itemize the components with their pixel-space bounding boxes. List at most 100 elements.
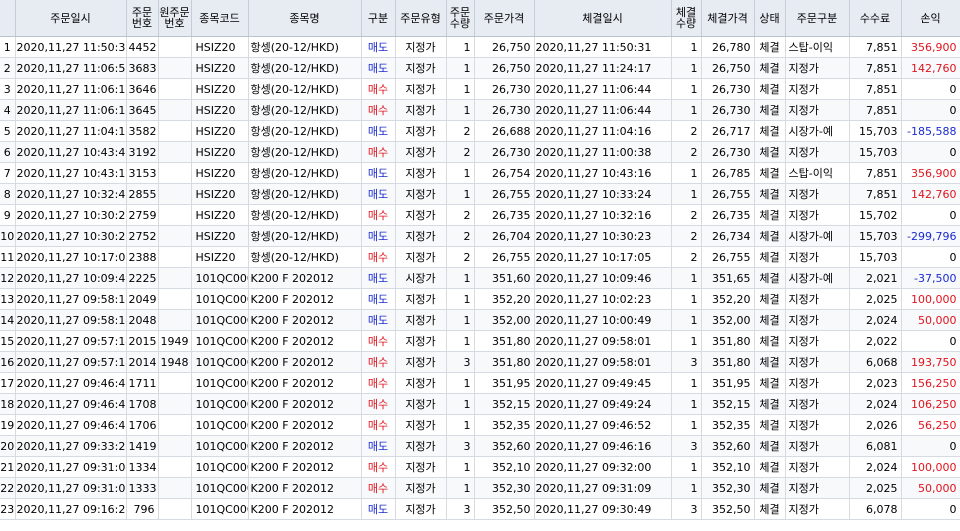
order-price-cell: 26,750 bbox=[474, 36, 535, 58]
order-type-cell: 지정가 bbox=[395, 309, 447, 331]
fill-time-cell: 2020,11,27 09:58:01 bbox=[534, 330, 672, 352]
pnl-cell: 50,000 bbox=[901, 309, 960, 331]
table-row[interactable]: 9 2020,11,27 10:30:29 2759 HSIZ20 항셍(20-12/H… bbox=[0, 204, 960, 226]
order-qty-cell: 1 bbox=[446, 393, 475, 415]
orig-order-no-cell bbox=[158, 99, 192, 121]
header-fill-time[interactable]: 체결일시 bbox=[534, 0, 672, 37]
order-time-cell: 2020,11,27 09:46:40 bbox=[15, 414, 127, 436]
order-class-cell: 지정가 bbox=[785, 288, 850, 310]
header-order-no[interactable]: 주문 번호 bbox=[126, 0, 159, 37]
header-symbol-name[interactable]: 종목명 bbox=[248, 0, 362, 37]
table-row[interactable]: 1 2020,11,27 11:50:31 4452 HSIZ20 항셍(20-12/H… bbox=[0, 36, 960, 58]
pnl-cell: 0 bbox=[901, 78, 960, 100]
fill-time-cell: 2020,11,27 10:09:46 bbox=[534, 267, 672, 289]
order-class-cell: 지정가 bbox=[785, 330, 850, 352]
header-status[interactable]: 상태 bbox=[754, 0, 786, 37]
table-row[interactable]: 132020,11,27 09:58:142049 101QC000K200 F … bbox=[0, 288, 960, 310]
header-orig-order-no[interactable]: 원주문 번호 bbox=[158, 0, 192, 37]
header-fee[interactable]: 수수료 bbox=[849, 0, 902, 37]
order-time-cell: 2020,11,27 09:58:14 bbox=[15, 309, 127, 331]
table-row[interactable]: 182020,11,27 09:46:411708 101QC000K200 F … bbox=[0, 393, 960, 415]
status-cell: 체결 bbox=[754, 225, 786, 247]
header-fill-qty[interactable]: 체결 수량 bbox=[671, 0, 702, 37]
fee-cell: 2,021 bbox=[849, 267, 902, 289]
fill-qty-cell: 2 bbox=[671, 120, 702, 142]
orig-order-no-cell bbox=[158, 309, 192, 331]
orig-order-no-cell bbox=[158, 414, 192, 436]
order-class-cell: 지정가 bbox=[785, 435, 850, 457]
fee-cell: 2,026 bbox=[849, 414, 902, 436]
order-no-cell: 2225 bbox=[126, 267, 159, 289]
header-side[interactable]: 구분 bbox=[361, 0, 396, 37]
order-price-cell: 26,730 bbox=[474, 99, 535, 121]
orig-order-no-cell bbox=[158, 246, 192, 268]
table-row[interactable]: 162020,11,27 09:57:1420141948101QC000K20… bbox=[0, 351, 960, 373]
table-row[interactable]: 11 2020,11,27 10:17:02 2388 HSIZ20 항셍(20-12/… bbox=[0, 246, 960, 268]
table-row[interactable]: 7 2020,11,27 10:43:16 3153 HSIZ20 항셍(20-12/H… bbox=[0, 162, 960, 184]
header-order-type[interactable]: 주문유형 bbox=[395, 0, 447, 37]
fill-price-cell: 352,30 bbox=[701, 477, 755, 499]
header-index[interactable] bbox=[0, 0, 16, 37]
order-qty-cell: 3 bbox=[446, 435, 475, 457]
order-type-cell: 지정가 bbox=[395, 225, 447, 247]
orig-order-no-cell bbox=[158, 204, 192, 226]
pnl-cell: 0 bbox=[901, 330, 960, 352]
fill-time-cell: 2020,11,27 10:02:23 bbox=[534, 288, 672, 310]
table-row[interactable]: 172020,11,27 09:46:441711 101QC000K200 F … bbox=[0, 372, 960, 394]
status-cell: 체결 bbox=[754, 183, 786, 205]
fill-time-cell: 2020,11,27 09:58:01 bbox=[534, 351, 672, 373]
header-order-time[interactable]: 주문일시 bbox=[15, 0, 127, 37]
symbol-name-cell: K200 F 202012 bbox=[248, 498, 362, 520]
order-no-cell: 2752 bbox=[126, 225, 159, 247]
status-cell: 체결 bbox=[754, 393, 786, 415]
fee-cell: 15,702 bbox=[849, 204, 902, 226]
fee-cell: 7,851 bbox=[849, 99, 902, 121]
table-row[interactable]: 2 2020,11,27 11:06:55 3683 HSIZ20 항셍(20-12/H… bbox=[0, 57, 960, 79]
header-order-class[interactable]: 주문구분 bbox=[785, 0, 850, 37]
table-row[interactable]: 8 2020,11,27 10:32:48 2855 HSIZ20 항셍(20-12/H… bbox=[0, 183, 960, 205]
order-no-cell: 1419 bbox=[126, 435, 159, 457]
order-no-cell: 2049 bbox=[126, 288, 159, 310]
order-class-cell: 지정가 bbox=[785, 351, 850, 373]
order-price-cell: 26,730 bbox=[474, 78, 535, 100]
row-index: 16 bbox=[0, 351, 16, 373]
side-cell: 매수 bbox=[361, 246, 396, 268]
symbol-name-cell: K200 F 202012 bbox=[248, 414, 362, 436]
table-row[interactable]: 192020,11,27 09:46:401706 101QC000K200 F … bbox=[0, 414, 960, 436]
pnl-cell: 0 bbox=[901, 246, 960, 268]
order-no-cell: 2048 bbox=[126, 309, 159, 331]
order-class-cell: 지정가 bbox=[785, 309, 850, 331]
side-cell: 매수 bbox=[361, 99, 396, 121]
header-order-qty[interactable]: 주문 수량 bbox=[446, 0, 475, 37]
header-order-price[interactable]: 주문가격 bbox=[474, 0, 535, 37]
table-row[interactable]: 10 2020,11,27 10:30:22 2752 HSIZ20 항셍(20-12/… bbox=[0, 225, 960, 247]
table-row[interactable]: 6 2020,11,27 10:43:46 3192 HSIZ20 항셍(20-12/H… bbox=[0, 141, 960, 163]
header-symbol-code[interactable]: 종목코드 bbox=[191, 0, 249, 37]
fill-qty-cell: 2 bbox=[671, 225, 702, 247]
table-row[interactable]: 222020,11,27 09:31:031333 101QC000K200 F … bbox=[0, 477, 960, 499]
table-row[interactable]: 4 2020,11,27 11:06:18 3645 HSIZ20 항셍(20-12/H… bbox=[0, 99, 960, 121]
table-row[interactable]: 3 2020,11,27 11:06:19 3646 HSIZ20 항셍(20-12/H… bbox=[0, 78, 960, 100]
table-row[interactable]: 5 2020,11,27 11:04:15 3582 HSIZ20 항셍(20-12/H… bbox=[0, 120, 960, 142]
orig-order-no-cell bbox=[158, 435, 192, 457]
table-row[interactable]: 152020,11,27 09:57:1420151949101QC000K20… bbox=[0, 330, 960, 352]
table-row[interactable]: 202020,11,27 09:33:291419 101QC000K200 F … bbox=[0, 435, 960, 457]
symbol-name-cell: K200 F 202012 bbox=[248, 477, 362, 499]
table-row[interactable]: 142020,11,27 09:58:142048 101QC000K200 F … bbox=[0, 309, 960, 331]
header-pnl[interactable]: 손익 bbox=[901, 0, 960, 37]
order-qty-cell: 2 bbox=[446, 246, 475, 268]
order-no-cell: 2014 bbox=[126, 351, 159, 373]
order-qty-cell: 1 bbox=[446, 162, 475, 184]
table-row[interactable]: 232020,11,27 09:16:29796 101QC000K200 F 2… bbox=[0, 498, 960, 520]
symbol-code-cell: 101QC000 bbox=[191, 393, 249, 415]
order-class-cell: 지정가 bbox=[785, 78, 850, 100]
pnl-cell: 106,250 bbox=[901, 393, 960, 415]
row-index: 9 bbox=[0, 204, 16, 226]
header-fill-price[interactable]: 체결가격 bbox=[701, 0, 755, 37]
fill-time-cell: 2020,11,27 10:00:49 bbox=[534, 309, 672, 331]
order-type-cell: 지정가 bbox=[395, 183, 447, 205]
status-cell: 체결 bbox=[754, 477, 786, 499]
table-row[interactable]: 212020,11,27 09:31:041334 101QC000K200 F … bbox=[0, 456, 960, 478]
table-row[interactable]: 122020,11,27 10:09:452225 101QC000K200 F … bbox=[0, 267, 960, 289]
pnl-cell: 50,000 bbox=[901, 477, 960, 499]
